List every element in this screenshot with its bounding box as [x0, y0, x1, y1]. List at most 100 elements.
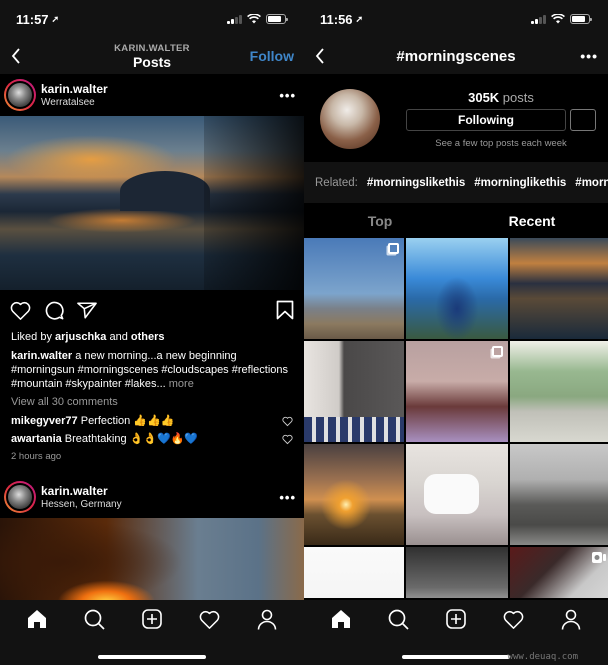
- location-arrow-icon: ➚: [355, 13, 364, 24]
- related-hashtags-bar: Related: #morningslikethis #morningliket…: [304, 162, 608, 203]
- tab-top[interactable]: Top: [304, 213, 456, 229]
- home-tab[interactable]: [329, 607, 353, 631]
- bottom-tab-bar: [0, 600, 304, 665]
- comment-icon[interactable]: [44, 300, 64, 320]
- back-button[interactable]: [10, 46, 30, 66]
- related-tag-link[interactable]: #morninglikethis: [474, 177, 566, 189]
- related-tag-link[interactable]: #morningsun: [575, 177, 608, 189]
- hashtag-title: #morningscenes: [396, 47, 516, 65]
- more-options-icon[interactable]: •••: [279, 88, 296, 103]
- bottom-tab-bar: www.deuaq.com: [304, 600, 608, 665]
- profile-tab[interactable]: [255, 607, 279, 631]
- bookmark-icon[interactable]: [276, 300, 294, 320]
- grid-post[interactable]: [510, 238, 608, 339]
- heart-icon: [503, 610, 524, 629]
- grid-post[interactable]: [304, 341, 404, 442]
- grid-post[interactable]: [406, 238, 508, 339]
- more-options-icon[interactable]: •••: [580, 48, 598, 64]
- post-grid: [304, 238, 608, 598]
- share-send-icon[interactable]: [77, 301, 97, 320]
- post-location[interactable]: Hessen, Germany: [41, 499, 279, 510]
- location-arrow-icon: ➚: [51, 13, 60, 24]
- nav-bar: KARIN.WALTER Posts Follow: [0, 38, 304, 74]
- home-indicator[interactable]: [402, 655, 510, 659]
- following-button[interactable]: Following: [406, 109, 566, 131]
- back-button[interactable]: [314, 46, 334, 66]
- status-bar: 11:57 ➚: [0, 0, 304, 38]
- avatar[interactable]: [4, 481, 36, 513]
- multiple-photos-icon: [388, 243, 399, 254]
- grid-post[interactable]: [304, 238, 404, 339]
- grid-post[interactable]: [406, 444, 508, 545]
- following-note: See a few top posts each week: [435, 138, 567, 149]
- post-image[interactable]: [0, 518, 304, 606]
- grid-post[interactable]: [304, 444, 404, 545]
- avatar[interactable]: [4, 79, 36, 111]
- more-options-icon[interactable]: •••: [279, 490, 296, 505]
- post-caption: karin.walter a new morning...a new begin…: [11, 350, 288, 390]
- options-square-button[interactable]: [570, 109, 596, 131]
- nav-bar: #morningscenes •••: [304, 38, 608, 74]
- post-image[interactable]: [0, 116, 304, 290]
- home-tab[interactable]: [25, 607, 49, 631]
- grid-post[interactable]: [510, 341, 608, 442]
- post-username[interactable]: karin.walter: [41, 484, 279, 498]
- signal-icon: [227, 14, 242, 24]
- profile-icon: [561, 609, 581, 630]
- hashtag-header: 305K posts Following See a few top posts…: [304, 74, 608, 166]
- signal-icon: [531, 14, 546, 24]
- caption-more-link[interactable]: more: [166, 378, 194, 390]
- activity-tab[interactable]: [198, 607, 222, 631]
- wifi-icon: [551, 14, 565, 24]
- status-time: 11:56 ➚: [320, 11, 364, 27]
- home-icon: [27, 610, 46, 628]
- grid-post[interactable]: [406, 341, 508, 442]
- home-indicator[interactable]: [98, 655, 206, 659]
- comment-like-icon[interactable]: [282, 416, 293, 427]
- comment-like-icon[interactable]: [282, 434, 293, 445]
- related-label: Related:: [315, 176, 358, 189]
- status-bar: 11:56 ➚: [304, 0, 608, 38]
- search-icon: [388, 609, 409, 630]
- follow-button[interactable]: Follow: [250, 48, 294, 64]
- heart-icon: [199, 610, 220, 629]
- plus-square-icon: [142, 609, 162, 629]
- new-post-tab[interactable]: [140, 607, 164, 631]
- search-tab[interactable]: [82, 607, 106, 631]
- hashtag-avatar: [320, 89, 380, 149]
- post-count: 305K posts: [468, 90, 534, 105]
- hashtag-screen: 11:56 ➚ #morningscenes ••• 305K posts Fol…: [304, 0, 608, 665]
- home-icon: [331, 610, 350, 628]
- related-tag-link[interactable]: #morningslikethis: [367, 177, 465, 189]
- status-time: 11:57 ➚: [16, 11, 60, 27]
- new-post-tab[interactable]: [444, 607, 468, 631]
- post-timestamp: 2 hours ago: [11, 451, 62, 462]
- tab-recent[interactable]: Recent: [456, 213, 608, 229]
- like-heart-icon[interactable]: [10, 301, 31, 320]
- battery-icon: [266, 14, 288, 24]
- post-username[interactable]: karin.walter: [41, 82, 279, 96]
- multiple-photos-icon: [492, 346, 503, 357]
- feed-tabs: Top Recent: [304, 203, 608, 238]
- comment-item: awartania Breathtaking 👌👌💙🔥💙: [11, 430, 293, 448]
- profile-posts-screen: 11:57 ➚ KARIN.WALTER Posts Follow karin.w…: [0, 0, 304, 665]
- grid-post[interactable]: [304, 547, 404, 598]
- view-all-comments-link[interactable]: View all 30 comments: [11, 395, 293, 409]
- search-tab[interactable]: [386, 607, 410, 631]
- video-icon: [592, 552, 606, 563]
- grid-post[interactable]: [510, 547, 608, 598]
- plus-square-icon: [446, 609, 466, 629]
- likes-line[interactable]: Liked by arjuschka and others: [11, 330, 293, 344]
- post-actions: [0, 290, 304, 330]
- profile-icon: [257, 609, 277, 630]
- wifi-icon: [247, 14, 261, 24]
- grid-post[interactable]: [406, 547, 508, 598]
- grid-post[interactable]: [510, 444, 608, 545]
- profile-tab[interactable]: [559, 607, 583, 631]
- battery-icon: [570, 14, 592, 24]
- search-icon: [84, 609, 105, 630]
- post-location[interactable]: Werratalsee: [41, 97, 279, 108]
- comment-item: mikegyver77 Perfection 👍👍👍: [11, 412, 293, 430]
- post-header: karin.walter Werratalsee •••: [0, 74, 304, 116]
- activity-tab[interactable]: [502, 607, 526, 631]
